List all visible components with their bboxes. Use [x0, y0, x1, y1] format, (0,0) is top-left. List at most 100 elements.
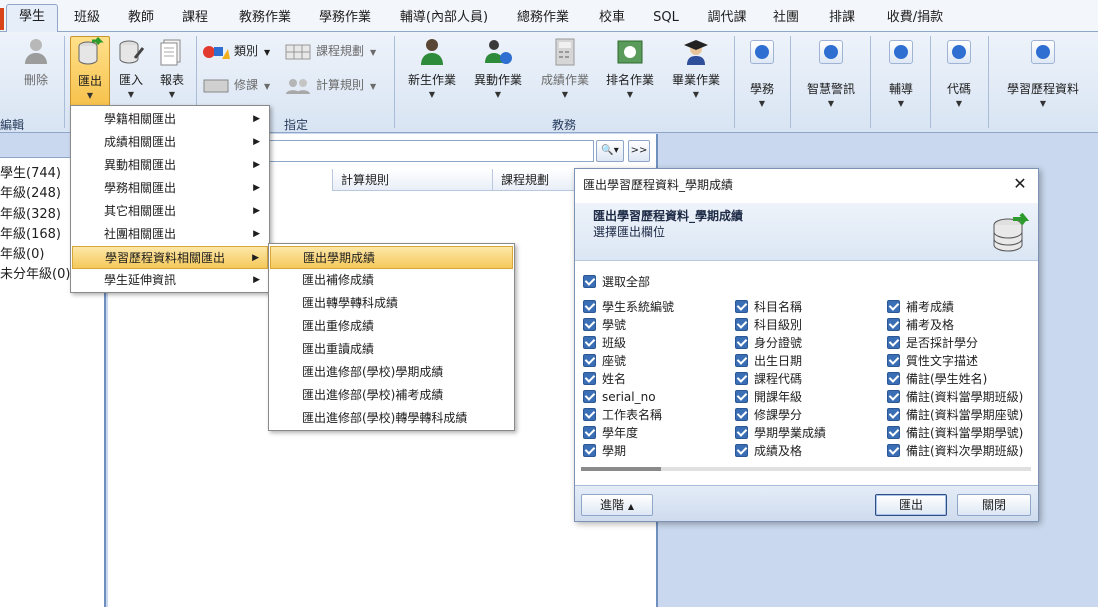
tab-student[interactable]: 學生 [6, 4, 58, 33]
people-icon [286, 78, 310, 94]
tree-item-grade[interactable]: 年級(248) [0, 184, 61, 204]
tab-sql[interactable]: SQL [644, 6, 688, 32]
column-header-calc-rule[interactable]: 計算規則 [332, 169, 492, 191]
field-checkbox[interactable]: 科目名稱 [735, 298, 802, 316]
export-confirm-button[interactable]: 匯出 [875, 494, 947, 516]
code-menu-button[interactable]: 代碼 ▼ [936, 36, 982, 110]
graduation-button[interactable]: 畢業作業 ▼ [666, 36, 726, 110]
tab-scheduling[interactable]: 排課 [820, 6, 864, 32]
smart-alert-menu-button[interactable]: 智慧警訊 ▼ [798, 36, 864, 110]
field-checkbox[interactable]: 成績及格 [735, 442, 802, 460]
ribbon-divider [790, 36, 791, 128]
more-columns-button[interactable]: >> [628, 140, 650, 162]
scrollbar-thumb[interactable] [581, 467, 661, 471]
chevron-down-icon: ▼ [692, 90, 700, 99]
repair-button[interactable]: 修課 ▼ [202, 74, 270, 96]
tab-class[interactable]: 班級 [62, 6, 112, 32]
tree-item-grade[interactable]: 年級(168) [0, 225, 61, 245]
menu-item-export-transfer-grades[interactable]: 匯出轉學轉科成績 [270, 292, 513, 315]
field-checkbox[interactable]: 修課學分 [735, 406, 802, 424]
portfolio-menu-button[interactable]: 學習歷程資料 ▼ [996, 36, 1090, 110]
select-all-checkbox[interactable]: 選取全部 [583, 273, 650, 291]
delete-button[interactable]: 刪除 [14, 36, 58, 110]
down-arrow-icon [750, 40, 774, 64]
horizontal-scrollbar[interactable] [581, 467, 1031, 471]
field-checkbox[interactable]: 是否採計學分 [887, 334, 978, 352]
field-checkbox[interactable]: 學期學業成績 [735, 424, 826, 442]
tree-item-ungraded[interactable]: 未分年級(0) [0, 265, 70, 285]
field-checkbox[interactable]: 工作表名稱 [583, 406, 662, 424]
grades-button[interactable]: 成績作業 ▼ [534, 36, 596, 110]
export-dialog: 匯出學習歷程資料_學期成績 ✕ 匯出學習歷程資料_學期成績 選擇匯出欄位 選取全… [574, 168, 1039, 522]
field-checkbox[interactable]: 座號 [583, 352, 626, 370]
app-menu-marker[interactable] [0, 8, 4, 30]
tab-club[interactable]: 社團 [764, 6, 808, 32]
ranking-button[interactable]: 排名作業 ▼ [602, 36, 658, 110]
menu-item-export-semester-grades[interactable]: 匯出學期成績 [270, 246, 513, 269]
field-checkbox[interactable]: 補考成績 [887, 298, 954, 316]
transfer-button[interactable]: 異動作業 ▼ [468, 36, 528, 110]
tab-course[interactable]: 課程 [170, 6, 220, 32]
menu-item-extended-info[interactable]: 學生延伸資訊 ▶ [72, 269, 268, 292]
tab-substitute[interactable]: 調代課 [700, 6, 754, 32]
field-checkbox[interactable]: 出生日期 [735, 352, 802, 370]
menu-item-export-extension-semester[interactable]: 匯出進修部(學校)學期成績 [270, 361, 513, 384]
menu-item-export-retake-grades[interactable]: 匯出重修成績 [270, 315, 513, 338]
tab-school-bus[interactable]: 校車 [590, 6, 634, 32]
course-plan-button[interactable]: 課程規劃 ▼ [284, 40, 376, 62]
category-button[interactable]: 類別 ▼ [202, 40, 270, 62]
menu-item-portfolio-export[interactable]: 學習歷程資料相關匯出 ▶ [72, 246, 268, 269]
field-checkbox[interactable]: 補考及格 [887, 316, 954, 334]
calc-rule-button[interactable]: 計算規則 ▼ [284, 74, 376, 96]
export-button[interactable]: 匯出 ▼ [70, 36, 110, 110]
field-checkbox[interactable]: 開課年級 [735, 388, 802, 406]
advanced-button[interactable]: 進階 ▲ [581, 494, 653, 516]
field-checkbox[interactable]: 備註(資料當學期班級) [887, 388, 1023, 406]
menu-item-enrollment-export[interactable]: 學籍相關匯出 ▶ [72, 108, 268, 131]
menu-item-grades-export[interactable]: 成績相關匯出 ▶ [72, 131, 268, 154]
field-checkbox[interactable]: 備註(資料當學期座號) [887, 406, 1023, 424]
tab-teacher[interactable]: 教師 [116, 6, 166, 32]
chevron-down-icon: ▼ [561, 90, 569, 99]
counseling-menu-button[interactable]: 輔導 ▼ [878, 36, 924, 110]
field-checkbox[interactable]: 學期 [583, 442, 626, 460]
field-checkbox[interactable]: 質性文字描述 [887, 352, 978, 370]
menu-item-export-extension-transfer[interactable]: 匯出進修部(學校)轉學轉科成績 [270, 407, 513, 430]
field-checkbox[interactable]: serial_no [583, 388, 656, 406]
search-button[interactable]: 🔍▾ [596, 140, 624, 162]
field-checkbox[interactable]: 備註(學生姓名) [887, 370, 987, 388]
close-icon[interactable]: ✕ [1012, 176, 1028, 192]
field-checkbox[interactable]: 姓名 [583, 370, 626, 388]
field-checkbox[interactable]: 課程代碼 [735, 370, 802, 388]
tree-item-grade[interactable]: 年級(0) [0, 245, 44, 265]
tab-counseling[interactable]: 輔導(內部人員) [392, 6, 496, 32]
field-checkbox[interactable]: 備註(資料當學期學號) [887, 424, 1023, 442]
field-checkbox[interactable]: 學號 [583, 316, 626, 334]
menu-item-student-affairs-export[interactable]: 學務相關匯出 ▶ [72, 177, 268, 200]
field-checkbox[interactable]: 班級 [583, 334, 626, 352]
tree-item-all-students[interactable]: 學生(744) [0, 164, 61, 184]
menu-item-transfer-export[interactable]: 異動相關匯出 ▶ [72, 154, 268, 177]
menu-item-club-export[interactable]: 社團相關匯出 ▶ [72, 223, 268, 246]
tab-fees[interactable]: 收費/捐款 [878, 6, 952, 32]
group-edit-label: 編輯 [0, 118, 25, 132]
close-button[interactable]: 關閉 [957, 494, 1031, 516]
student-affairs-menu-button[interactable]: 學務 ▼ [740, 36, 784, 110]
field-checkbox[interactable]: 身分證號 [735, 334, 802, 352]
field-checkbox[interactable]: 學生系統編號 [583, 298, 674, 316]
calculator-icon [555, 38, 575, 66]
field-checkbox[interactable]: 備註(資料次學期班級) [887, 442, 1023, 460]
tree-item-grade[interactable]: 年級(328) [0, 205, 61, 225]
import-button[interactable]: 匯入 ▼ [114, 36, 148, 110]
tab-student-affairs[interactable]: 學務作業 [308, 6, 382, 32]
menu-item-export-repeat-grades[interactable]: 匯出重讀成績 [270, 338, 513, 361]
menu-item-export-makeup-grades[interactable]: 匯出補修成績 [270, 269, 513, 292]
new-student-button[interactable]: 新生作業 ▼ [402, 36, 462, 110]
field-checkbox[interactable]: 學年度 [583, 424, 638, 442]
field-checkbox[interactable]: 科目級別 [735, 316, 802, 334]
report-button[interactable]: 報表 ▼ [152, 36, 192, 110]
tab-general-affairs[interactable]: 總務作業 [506, 6, 580, 32]
menu-item-other-export[interactable]: 其它相關匯出 ▶ [72, 200, 268, 223]
tab-academic-affairs[interactable]: 教務作業 [228, 6, 302, 32]
menu-item-export-extension-makeup[interactable]: 匯出進修部(學校)補考成績 [270, 384, 513, 407]
